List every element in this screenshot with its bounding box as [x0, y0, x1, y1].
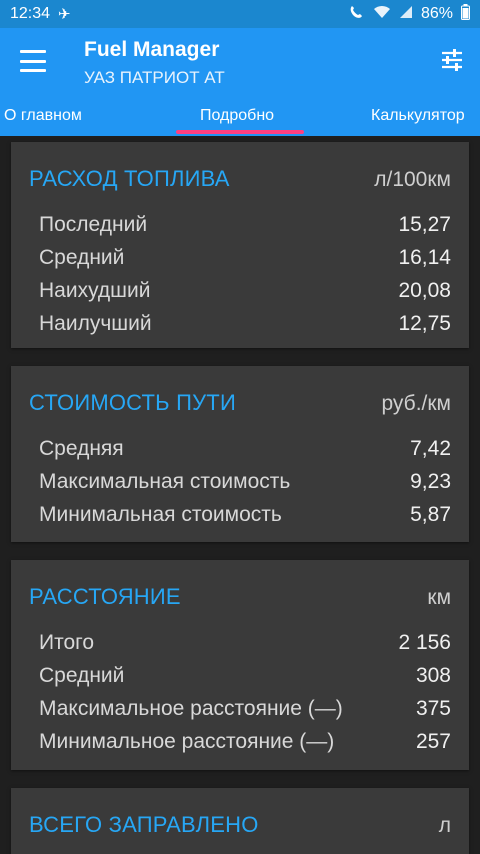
card-title: РАСХОД ТОПЛИВА: [29, 166, 230, 191]
card-header: РАССТОЯНИЕ км: [29, 584, 451, 610]
details-content[interactable]: РАСХОД ТОПЛИВА л/100км Последний 15,27 Ср…: [0, 136, 480, 854]
status-time: 12:34: [10, 5, 51, 22]
trip-cost-card: СТОИМОСТЬ ПУТИ руб./км Средняя 7,42 Макси…: [11, 366, 469, 542]
battery-percent: 86%: [420, 5, 453, 22]
vehicle-subtitle: УАЗ ПАТРИОТ АТ: [84, 68, 225, 87]
app-toolbar: Fuel Manager УАЗ ПАТРИОТ АТ: [0, 28, 480, 100]
stat-value: 12,75: [398, 311, 451, 335]
wifi-call-icon: [349, 5, 365, 23]
battery-icon: [461, 4, 470, 24]
stat-label: Максимальное расстояние (—): [39, 696, 343, 720]
tab-overview[interactable]: О главном: [4, 107, 82, 125]
card-rows: Последний 15,27 Средний 16,14 Наихудший 20,…: [39, 208, 451, 340]
card-rows: Средняя 7,42 Максимальная стоимость 9,23 М…: [39, 432, 451, 531]
card-header: ВСЕГО ЗАПРАВЛЕНО л: [29, 812, 451, 838]
stat-row: Минимальная стоимость 5,87: [39, 498, 451, 531]
card-header: РАСХОД ТОПЛИВА л/100км: [29, 166, 451, 192]
stat-label: Минимальная стоимость: [39, 502, 282, 526]
stat-label: Минимальное расстояние (—): [39, 729, 335, 753]
stat-row: Максимальная стоимость 9,23: [39, 465, 451, 498]
notification-icon: ✈: [58, 6, 71, 23]
stat-value: 20,08: [398, 278, 451, 302]
card-unit: руб./км: [381, 392, 451, 415]
stat-label: Средняя: [39, 436, 124, 460]
stat-row: Минимальное расстояние (—) 257: [39, 725, 451, 758]
stat-row: Итого 2 156: [39, 626, 451, 659]
tab-indicator: [176, 130, 304, 134]
stat-row: Наилучший 12,75: [39, 307, 451, 340]
stat-label: Итого: [39, 630, 95, 654]
stat-row: Максимальное расстояние (—) 375: [39, 692, 451, 725]
status-left: 12:34 ✈: [10, 5, 71, 23]
status-bar: 12:34 ✈ 86%: [0, 0, 480, 28]
stat-value: 9,23: [410, 469, 451, 493]
stat-value: 5,87: [410, 502, 451, 526]
stat-row: Средний 16,14: [39, 241, 451, 274]
stat-row: Средний 308: [39, 659, 451, 692]
signal-icon: [399, 5, 413, 23]
fuel-consumption-card: РАСХОД ТОПЛИВА л/100км Последний 15,27 Ср…: [11, 142, 469, 348]
stat-value: 308: [415, 663, 451, 687]
card-unit: л: [438, 814, 451, 837]
card-rows: Итого 2 156 Средний 308 Максимальное расст…: [39, 626, 451, 758]
stat-value: 257: [415, 729, 451, 753]
status-right: 86%: [349, 4, 470, 24]
stat-value: 375: [415, 696, 451, 720]
card-title: РАССТОЯНИЕ: [29, 584, 181, 609]
stat-row: Последний 15,27: [39, 208, 451, 241]
stat-label: Последний: [39, 212, 148, 236]
card-unit: км: [427, 586, 451, 609]
stat-value: 16,14: [398, 245, 451, 269]
total-fueled-card: ВСЕГО ЗАПРАВЛЕНО л: [11, 788, 469, 854]
tune-sliders-icon[interactable]: [440, 48, 464, 72]
tab-bar: О главном Подробно Калькулятор: [0, 100, 480, 136]
stat-label: Наихудший: [39, 278, 151, 302]
stat-value: 7,42: [410, 436, 451, 460]
card-header: СТОИМОСТЬ ПУТИ руб./км: [29, 390, 451, 416]
app-title: Fuel Manager: [84, 38, 220, 61]
stat-label: Средний: [39, 245, 125, 269]
wifi-icon: [373, 5, 391, 23]
stat-label: Наилучший: [39, 311, 152, 335]
hamburger-menu-icon[interactable]: [20, 50, 46, 72]
card-title: ВСЕГО ЗАПРАВЛЕНО: [29, 812, 259, 837]
tab-calculator[interactable]: Калькулятор: [371, 107, 465, 125]
stat-label: Максимальная стоимость: [39, 469, 291, 493]
card-title: СТОИМОСТЬ ПУТИ: [29, 390, 236, 415]
stat-label: Средний: [39, 663, 125, 687]
card-unit: л/100км: [374, 168, 451, 191]
stat-value: 15,27: [398, 212, 451, 236]
distance-card: РАССТОЯНИЕ км Итого 2 156 Средний 308 Макс…: [11, 560, 469, 770]
stat-row: Наихудший 20,08: [39, 274, 451, 307]
stat-row: Средняя 7,42: [39, 432, 451, 465]
stat-value: 2 156: [398, 630, 451, 654]
tab-details[interactable]: Подробно: [200, 107, 274, 125]
